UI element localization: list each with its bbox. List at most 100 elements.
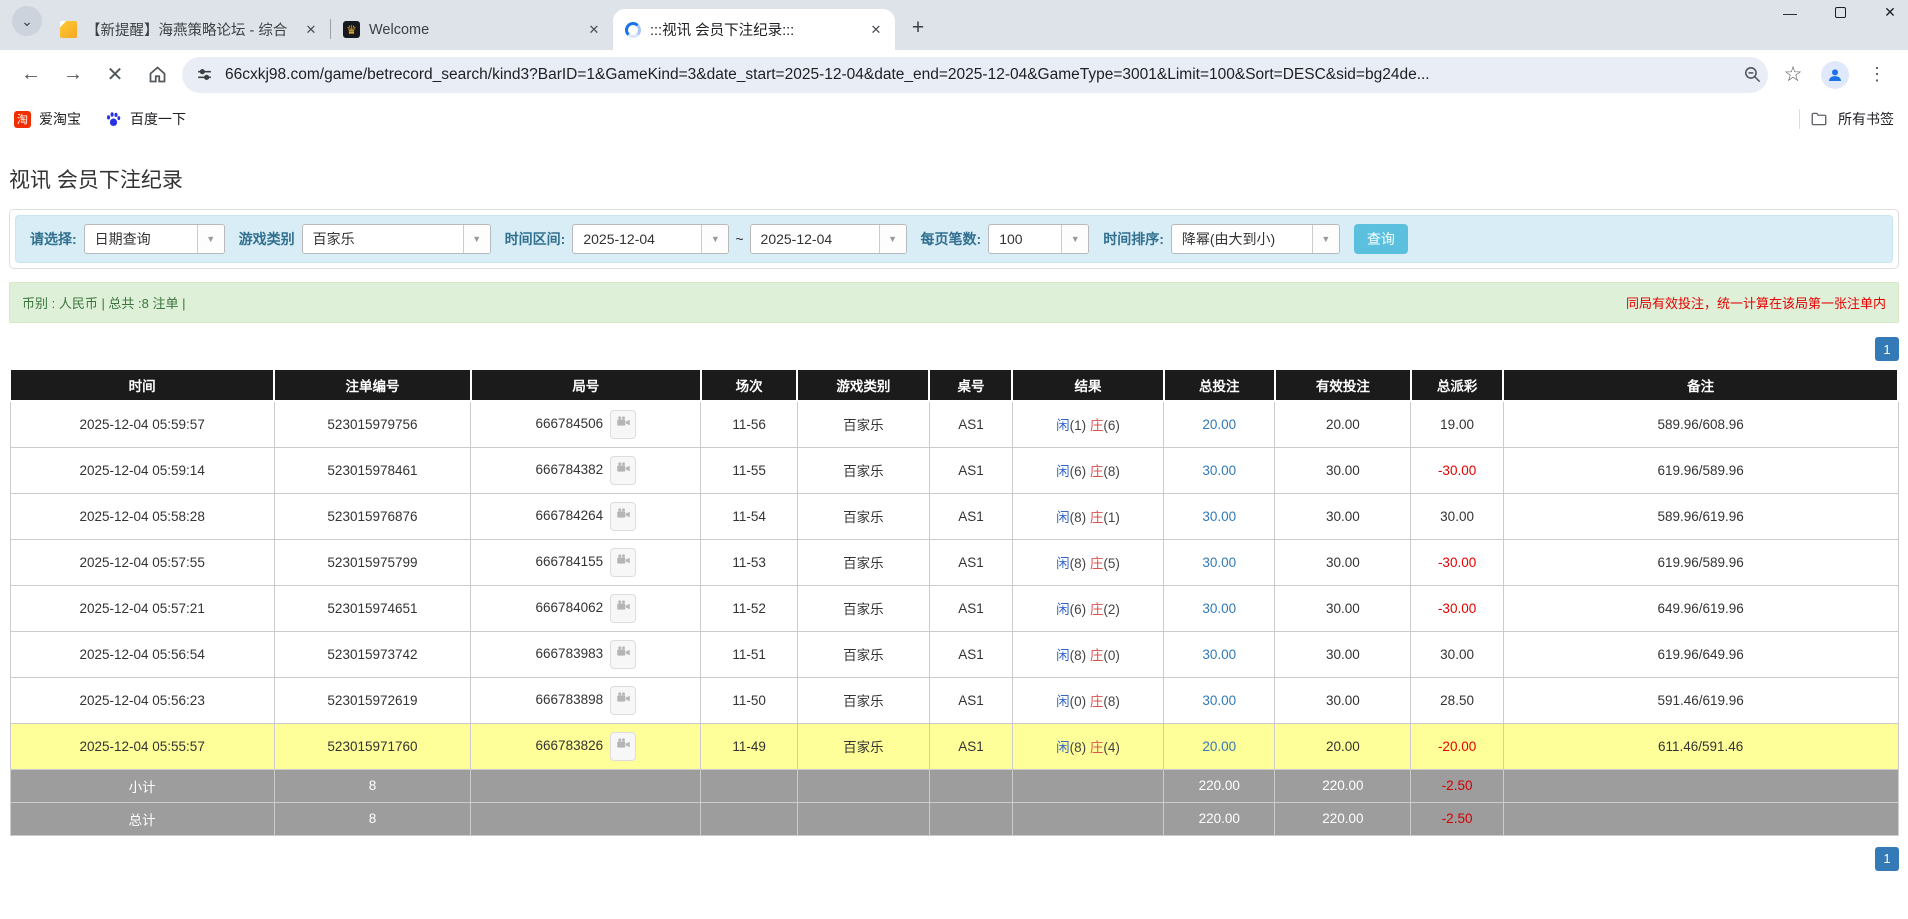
video-replay-button[interactable]	[610, 409, 637, 439]
tab-close-icon[interactable]: ✕	[300, 19, 322, 41]
video-icon	[616, 599, 631, 617]
table-row: 2025-12-04 05:56:54 523015973742 666783983…	[9, 630, 1899, 678]
search-button[interactable]: 查询	[1353, 224, 1408, 254]
tab-forum[interactable]: 【新提醒】海燕策略论坛 - 综合 ✕	[48, 9, 330, 50]
tab-bet-records-active[interactable]: :::视讯 会员下注纪录::: ✕	[613, 9, 895, 50]
result-banker-label: 庄	[1089, 694, 1104, 709]
video-icon	[616, 737, 631, 755]
bookmark-baidu[interactable]: 百度一下	[105, 109, 186, 129]
sort-order-dropdown[interactable]: 降幂(由大到小) ▼	[1170, 224, 1340, 254]
video-replay-button[interactable]	[610, 685, 637, 715]
date-end-picker[interactable]: 2025-12-04 ▼	[749, 224, 907, 254]
game-type-value[interactable]: 百家乐	[303, 225, 463, 253]
tab-close-icon[interactable]: ✕	[865, 19, 887, 41]
game-type-dropdown[interactable]: 百家乐 ▼	[301, 224, 491, 254]
page-title: 视讯 会员下注纪录	[9, 169, 183, 192]
tab-search-chevron-icon[interactable]: ⌄	[12, 6, 42, 36]
maximize-icon	[1834, 6, 1846, 18]
video-icon	[616, 461, 631, 479]
total-bet-link[interactable]: 30.00	[1202, 601, 1236, 616]
summary-empty-cell	[470, 801, 702, 836]
zoom-icon[interactable]	[1743, 65, 1762, 84]
video-replay-button[interactable]	[610, 455, 637, 485]
chevron-down-icon[interactable]: ▼	[1061, 225, 1089, 253]
cell-game-type: 百家乐	[796, 676, 930, 724]
date-start-value[interactable]: 2025-12-04	[573, 225, 701, 253]
chevron-down-icon[interactable]: ▼	[196, 225, 224, 253]
chevron-down-icon[interactable]: ▼	[462, 225, 490, 253]
result-player-label: 闲	[1056, 694, 1070, 709]
back-button[interactable]: ←	[14, 58, 48, 92]
cell-payout: 28.50	[1410, 676, 1504, 724]
total-bet-link[interactable]: 20.00	[1202, 739, 1236, 754]
cell-session: 11-56	[700, 400, 798, 448]
cell-game-type: 百家乐	[796, 538, 930, 586]
cell-valid-bet: 30.00	[1274, 538, 1412, 586]
tab-close-icon[interactable]: ✕	[583, 19, 605, 41]
cell-round: 666783983	[470, 630, 702, 678]
chevron-down-icon[interactable]: ▼	[701, 225, 729, 253]
date-end-value[interactable]: 2025-12-04	[751, 225, 879, 253]
chevron-down-icon[interactable]: ▼	[1311, 225, 1339, 253]
cell-table-no: AS1	[928, 676, 1013, 724]
page-size-value[interactable]: 100	[989, 225, 1061, 253]
profile-avatar-icon	[1821, 60, 1849, 89]
sort-order-value[interactable]: 降幂(由大到小)	[1172, 225, 1312, 253]
cell-valid-bet: 30.00	[1274, 446, 1412, 494]
maximize-button[interactable]	[1828, 5, 1852, 21]
cell-bet-id: 523015971760	[273, 722, 472, 770]
chevron-down-icon[interactable]: ▼	[878, 225, 906, 253]
bookmark-aitaobao[interactable]: 淘 爱淘宝	[14, 109, 81, 129]
bookmark-star-button[interactable]: ☆	[1776, 58, 1810, 92]
column-header: 结果	[1011, 370, 1165, 402]
url-bar[interactable]: 66cxkj98.com/game/betrecord_search/kind3…	[182, 56, 1768, 93]
stop-loading-button[interactable]: ✕	[98, 58, 132, 92]
video-icon	[616, 507, 631, 525]
result-player-label: 闲	[1056, 740, 1070, 755]
window-close-button[interactable]: ✕	[1878, 4, 1902, 21]
video-replay-button[interactable]	[610, 731, 637, 761]
home-button[interactable]	[140, 58, 174, 92]
total-bet-link[interactable]: 30.00	[1202, 463, 1236, 478]
query-type-value[interactable]: 日期查询	[85, 225, 197, 253]
summary-payout: -2.50	[1410, 801, 1504, 836]
column-header: 有效投注	[1273, 370, 1412, 402]
select-type-label: 请选择:	[30, 231, 77, 247]
minimize-button[interactable]: —	[1778, 5, 1802, 21]
sort-order-label: 时间排序:	[1103, 231, 1164, 247]
page-content: 视讯 会员下注纪录 请选择: 日期查询 ▼ 游戏类别 百家乐 ▼ 时间区间: 2…	[0, 164, 1908, 871]
total-bet-link[interactable]: 30.00	[1202, 647, 1236, 662]
total-bet-link[interactable]: 20.00	[1202, 417, 1236, 432]
summary-empty-cell	[470, 768, 702, 803]
tab-title: Welcome	[369, 21, 430, 38]
forward-button[interactable]: →	[56, 58, 90, 92]
cell-session: 11-55	[700, 446, 798, 494]
video-replay-button[interactable]	[610, 639, 637, 669]
video-replay-button[interactable]	[610, 501, 637, 531]
cell-session: 11-49	[700, 722, 798, 770]
video-icon	[616, 415, 631, 433]
table-row: 2025-12-04 05:58:28 523015976876 666784264…	[9, 492, 1899, 540]
page-1-button[interactable]: 1	[1875, 846, 1899, 871]
page-size-dropdown[interactable]: 100 ▼	[988, 224, 1090, 254]
result-banker-label: 庄	[1089, 510, 1104, 525]
query-type-dropdown[interactable]: 日期查询 ▼	[83, 224, 225, 254]
new-tab-button[interactable]: +	[903, 13, 933, 43]
page-1-button[interactable]: 1	[1875, 337, 1899, 361]
video-replay-button[interactable]	[610, 547, 637, 577]
total-bet-link[interactable]: 30.00	[1202, 555, 1236, 570]
total-bet-link[interactable]: 30.00	[1202, 509, 1236, 524]
total-bet-link[interactable]: 30.00	[1202, 693, 1236, 708]
video-replay-button[interactable]	[610, 593, 637, 623]
site-info-icon[interactable]	[196, 66, 213, 83]
tab-welcome[interactable]: ♛ Welcome ✕	[331, 9, 613, 50]
summary-valid-bet: 220.00	[1274, 768, 1412, 803]
all-bookmarks[interactable]: 所有书签	[1799, 109, 1894, 129]
summary-empty-cell	[1502, 768, 1899, 803]
subtotal-row: 小计 8 220.00 220.00 -2.50	[9, 768, 1899, 803]
browser-menu-button[interactable]: ⋮	[1860, 58, 1894, 92]
profile-button[interactable]	[1818, 58, 1852, 92]
cell-table-no: AS1	[928, 722, 1013, 770]
date-start-picker[interactable]: 2025-12-04 ▼	[572, 224, 730, 254]
url-text[interactable]: 66cxkj98.com/game/betrecord_search/kind3…	[225, 66, 1731, 84]
